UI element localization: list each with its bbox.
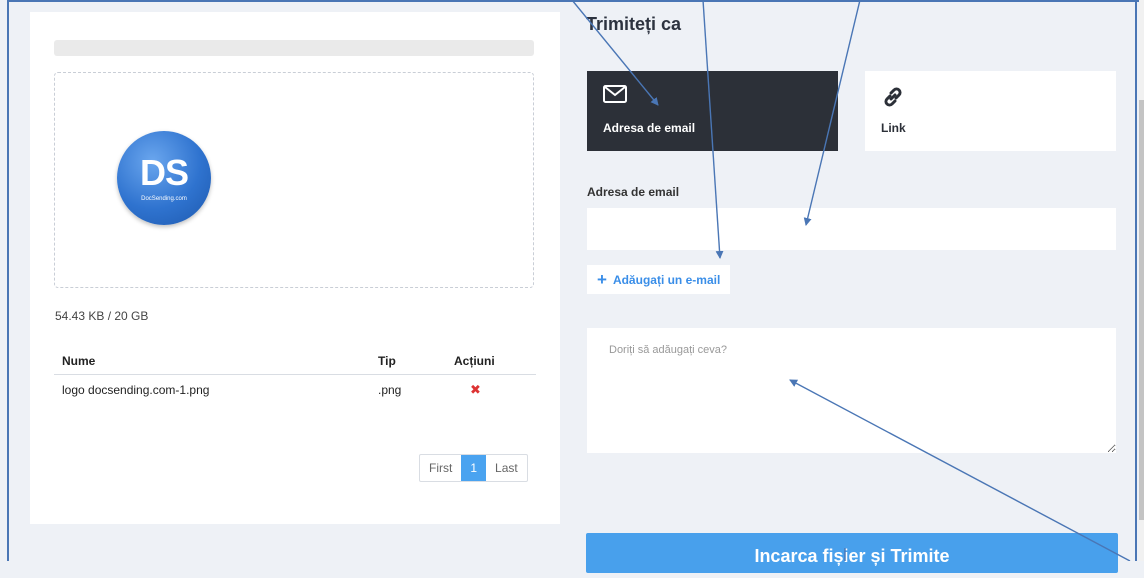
files-table: Nume Tip Acțiuni logo docsending.com-1.p… <box>54 348 536 405</box>
storage-quota: 54.43 KB / 20 GB <box>55 309 149 323</box>
envelope-icon <box>603 85 822 111</box>
add-email-label: Adăugați un e-mail <box>612 272 721 287</box>
annotation-frame-top <box>7 0 1144 2</box>
email-field-label: Adresa de email <box>587 185 680 199</box>
send-option-email-label: Adresa de email <box>603 121 696 135</box>
scrollbar-thumb[interactable] <box>1139 100 1144 520</box>
column-header-type: Tip <box>370 348 446 375</box>
logo-caption: DocSending.com <box>141 196 187 202</box>
link-icon <box>881 85 1100 111</box>
table-header-row: Nume Tip Acțiuni <box>54 348 536 375</box>
remove-icon[interactable]: ✖ <box>470 382 481 398</box>
file-type: .png <box>378 383 402 397</box>
column-header-actions: Acțiuni <box>446 348 536 375</box>
file-dropzone[interactable]: DS DocSending.com <box>54 72 534 288</box>
email-field[interactable] <box>587 208 1116 250</box>
message-textarea[interactable] <box>587 328 1116 453</box>
pagination-first[interactable]: First <box>420 455 461 481</box>
logo-mark: DS <box>139 152 189 193</box>
pagination-last[interactable]: Last <box>486 455 527 481</box>
table-row: logo docsending.com-1.png .png ✖ <box>54 375 536 406</box>
pagination-page-1[interactable]: 1 <box>461 455 487 481</box>
send-option-link[interactable]: Link <box>865 71 1116 151</box>
file-actions: ✖ <box>446 375 536 406</box>
upload-panel: DS DocSending.com 54.43 KB / 20 GB Nume … <box>30 12 560 524</box>
page-scrollbar[interactable] <box>1139 0 1144 561</box>
add-email-button[interactable]: + Adăugați un e-mail <box>587 265 731 294</box>
send-as-title: Trimiteți ca <box>586 14 682 34</box>
upload-and-send-button[interactable]: Incarca fișier și Trimite <box>586 533 1118 573</box>
plus-icon: + <box>597 270 607 289</box>
upload-progress-bar <box>54 40 534 56</box>
send-option-link-label: Link <box>881 121 906 135</box>
send-option-email[interactable]: Adresa de email <box>587 71 838 151</box>
file-name: logo docsending.com-1.png <box>62 383 210 397</box>
annotation-frame-right <box>1135 0 1137 561</box>
column-header-name: Nume <box>54 348 370 375</box>
annotation-frame-left <box>7 0 9 561</box>
file-preview-logo: DS DocSending.com <box>117 131 211 225</box>
pagination: First 1 Last <box>419 454 528 482</box>
